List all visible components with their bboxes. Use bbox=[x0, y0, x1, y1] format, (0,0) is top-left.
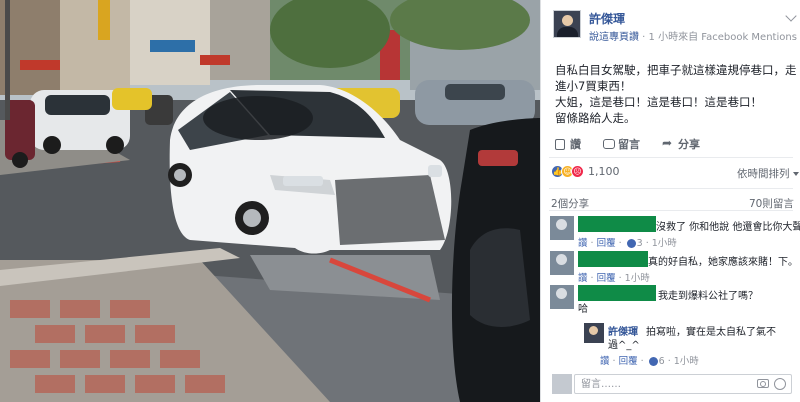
comment-composer[interactable] bbox=[574, 374, 792, 394]
like-button[interactable]: 讚 bbox=[555, 136, 581, 152]
comment-item: 沒救了 你和他說 他還會比你大聲~(火) 讚 · 回覆 · 3 · 1小時 bbox=[550, 216, 800, 249]
like-icon bbox=[648, 357, 658, 366]
reaction-count: 1,100 bbox=[588, 165, 620, 178]
post-text-line: 自私白目女駕駛，把車子就這樣違規停巷口，走 bbox=[555, 63, 797, 77]
street-scene-image bbox=[0, 0, 540, 402]
viewer-avatar bbox=[552, 374, 572, 394]
comment-like-link[interactable]: 讚 bbox=[578, 273, 588, 284]
reply-author-avatar[interactable] bbox=[584, 323, 604, 343]
comment-text: 沒救了 你和他說 他還會比你大聲~(火) bbox=[656, 222, 800, 233]
reply-text: 拍寫啦，實在是太自私了氣不 bbox=[646, 327, 776, 338]
comment-item: 真的好自私，她家應該來賭！下。 讚 · 回覆 · 1小時 bbox=[550, 251, 798, 284]
share-button[interactable]: 分享 bbox=[662, 136, 700, 152]
commenter-avatar[interactable] bbox=[550, 285, 574, 309]
commenter-avatar[interactable] bbox=[550, 216, 574, 240]
comment-like-link[interactable]: 讚 bbox=[578, 238, 588, 249]
comment-text: 真的好自私，她家應該來賭！下。 bbox=[648, 257, 798, 268]
comment-meta: 讚 · 回覆 · 3 · 1小時 bbox=[578, 238, 677, 249]
author-avatar[interactable] bbox=[553, 10, 581, 38]
redacted-name bbox=[578, 251, 648, 267]
reaction-summary[interactable]: 👍 ☺ ☹ 1,100 bbox=[551, 165, 620, 178]
camera-icon[interactable] bbox=[757, 379, 769, 388]
post-photo[interactable] bbox=[0, 0, 540, 402]
post-time-source: · 1 小時來自 Facebook Mentions · bbox=[639, 32, 800, 43]
author-name[interactable]: 許傑琿 bbox=[589, 10, 625, 27]
commenter-avatar[interactable] bbox=[550, 251, 574, 275]
caret-down-icon bbox=[792, 172, 799, 176]
comment-text: 我走到爆料公社了嗎？ bbox=[658, 291, 758, 302]
redacted-name bbox=[578, 216, 656, 232]
angry-reaction-icon: ☹ bbox=[571, 165, 584, 178]
redacted-name bbox=[578, 285, 656, 301]
post-text-line: 進小7買東西！ bbox=[555, 79, 632, 93]
emoji-icon[interactable] bbox=[774, 378, 786, 390]
share-label: 分享 bbox=[678, 138, 700, 151]
comment-text-extra: 哈 bbox=[578, 304, 588, 315]
post-side-panel: 許傑琿 說這專頁讚 · 1 小時來自 Facebook Mentions · ◍… bbox=[540, 0, 800, 402]
reply-text-2: 過^_^ bbox=[608, 340, 640, 351]
post-meta: 說這專頁讚 · 1 小時來自 Facebook Mentions · ◍ bbox=[589, 28, 800, 43]
comment-icon bbox=[603, 139, 615, 149]
comment-reply-link[interactable]: 回覆 bbox=[597, 273, 616, 284]
reply-like-link[interactable]: 讚 bbox=[600, 356, 610, 367]
reply-reply-link[interactable]: 回覆 bbox=[619, 356, 638, 367]
comment-item: 我走到爆料公社了嗎？ 哈 bbox=[550, 285, 790, 319]
sort-dropdown[interactable]: 依時間排列 bbox=[737, 166, 799, 181]
post-actions: 讚 留言 分享 bbox=[555, 136, 700, 152]
post-text-line: 留條路給人走。 bbox=[555, 111, 636, 125]
comment-like-count: 3 bbox=[636, 238, 643, 249]
share-icon bbox=[662, 136, 675, 151]
divider bbox=[549, 188, 793, 189]
divider bbox=[549, 210, 793, 211]
comment-label: 留言 bbox=[618, 138, 640, 151]
divider bbox=[549, 157, 793, 158]
share-count[interactable]: 2個分享 bbox=[551, 196, 589, 211]
reply-meta: 讚 · 回覆 · 6 · 1小時 bbox=[600, 356, 699, 367]
comment-count[interactable]: 70則留言 bbox=[749, 196, 794, 211]
thumbs-up-icon bbox=[555, 138, 565, 150]
post-text: 自私白目女駕駛，把車子就這樣違規停巷口，走 進小7買東西！ 大姐，這是巷口！這是… bbox=[555, 62, 797, 126]
comment-time: 1小時 bbox=[624, 273, 650, 284]
shared-page-link[interactable]: 說這專頁讚 bbox=[589, 32, 639, 43]
reply-like-count: 6 bbox=[658, 356, 665, 367]
comment-reply-link[interactable]: 回覆 bbox=[597, 238, 616, 249]
like-label: 讚 bbox=[570, 138, 581, 151]
post-text-line: 大姐，這是巷口！這是巷口！這是巷口！ bbox=[555, 95, 762, 109]
reply-time: 1小時 bbox=[673, 356, 699, 367]
comment-meta: 讚 · 回覆 · 1小時 bbox=[578, 273, 650, 284]
comment-button[interactable]: 留言 bbox=[603, 136, 640, 152]
comment-time: 1小時 bbox=[651, 238, 677, 249]
like-icon bbox=[626, 239, 636, 248]
chevron-down-icon[interactable] bbox=[785, 10, 797, 22]
sort-label: 依時間排列 bbox=[737, 168, 790, 180]
comment-input[interactable] bbox=[581, 377, 741, 391]
